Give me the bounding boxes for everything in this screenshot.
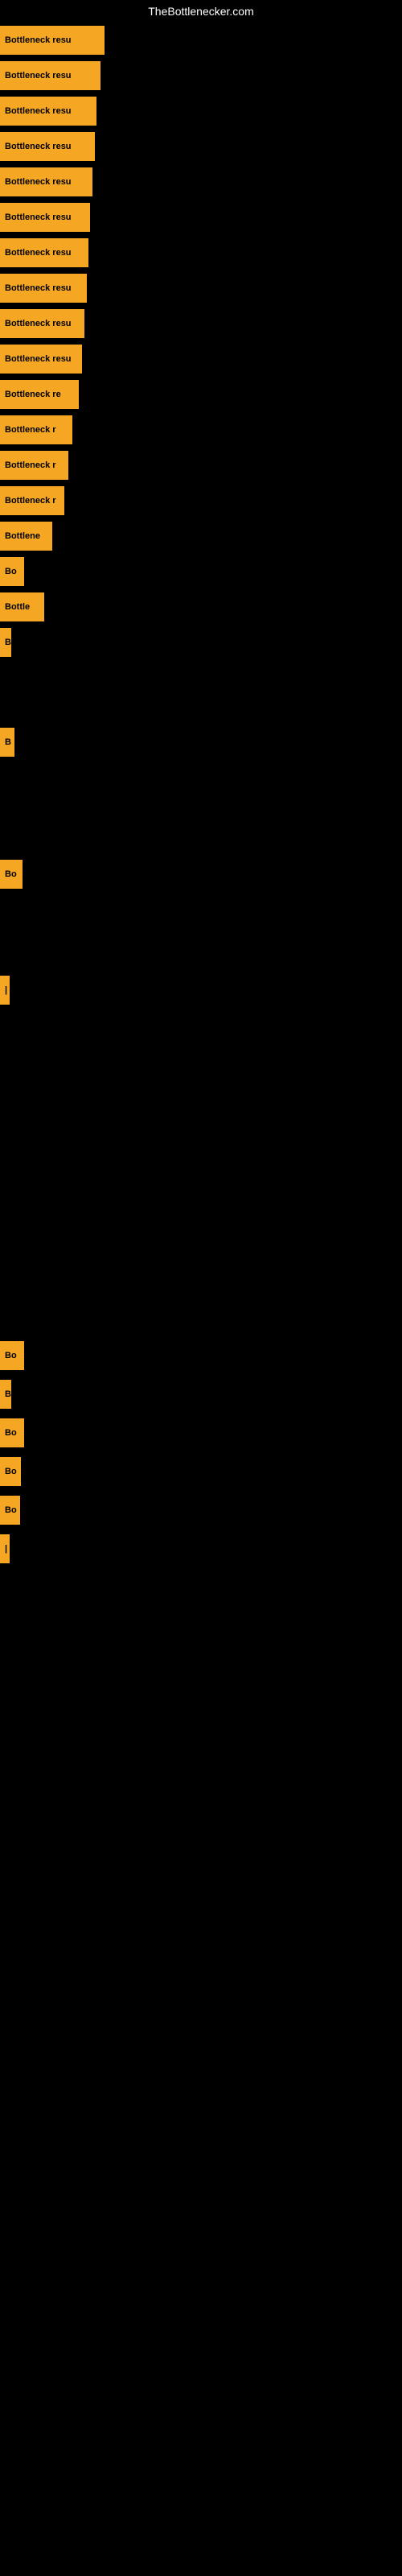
bar-label: Bottle bbox=[5, 602, 30, 612]
bottleneck-bar: Bottleneck re bbox=[0, 380, 79, 409]
list-item: Bottleneck resu bbox=[0, 58, 402, 93]
list-item: Bottleneck resu bbox=[0, 306, 402, 341]
bottleneck-bar: | bbox=[0, 976, 10, 1005]
bar-label: | bbox=[5, 1544, 7, 1554]
gap-spacer bbox=[0, 940, 402, 972]
bottleneck-bar: B bbox=[0, 1380, 11, 1409]
list-item: B bbox=[0, 724, 402, 760]
list-item: Bo bbox=[0, 1492, 402, 1528]
bar-label: Bottleneck re bbox=[5, 390, 61, 399]
bar-label: Bottleneck r bbox=[5, 460, 56, 470]
bar-label: Bottleneck r bbox=[5, 496, 56, 506]
list-item: Bottleneck resu bbox=[0, 23, 402, 58]
bar-label: B bbox=[5, 737, 11, 747]
bar-label: | bbox=[5, 985, 7, 995]
bar-label: Bottleneck resu bbox=[5, 283, 72, 293]
list-item: Bottleneck resu bbox=[0, 164, 402, 200]
list-item: Bottleneck resu bbox=[0, 93, 402, 129]
bar-label: B bbox=[5, 1389, 11, 1399]
bar-label: Bottleneck resu bbox=[5, 106, 72, 116]
list-item: | bbox=[0, 1531, 402, 1567]
bottleneck-bar: Bo bbox=[0, 1341, 24, 1370]
bar-label: Bo bbox=[5, 1428, 17, 1438]
bottleneck-bar: B bbox=[0, 628, 11, 657]
bottleneck-bar: Bottle bbox=[0, 592, 44, 621]
bottleneck-bar: Bo bbox=[0, 860, 23, 889]
bottleneck-bar: Bo bbox=[0, 1457, 21, 1486]
bottleneck-bar: Bo bbox=[0, 1496, 20, 1525]
list-item: B bbox=[0, 625, 402, 660]
list-item: Bottleneck resu bbox=[0, 270, 402, 306]
list-item: Bottleneck re bbox=[0, 377, 402, 412]
list-item: Bottleneck resu bbox=[0, 235, 402, 270]
list-item: Bo bbox=[0, 1415, 402, 1451]
gap-spacer bbox=[0, 660, 402, 724]
bar-label: Bottleneck resu bbox=[5, 213, 72, 222]
site-title: TheBottlenecker.com bbox=[0, 0, 402, 23]
list-item: Bo bbox=[0, 1454, 402, 1489]
bottleneck-bar: Bo bbox=[0, 1418, 24, 1447]
bar-label: Bottleneck resu bbox=[5, 319, 72, 328]
bottleneck-bar: Bottleneck resu bbox=[0, 274, 87, 303]
gap-spacer bbox=[0, 824, 402, 857]
bar-label: Bottleneck resu bbox=[5, 71, 72, 80]
bar-label: Bo bbox=[5, 1505, 17, 1515]
bottleneck-bar: Bottleneck r bbox=[0, 415, 72, 444]
bar-label: Bottlene bbox=[5, 531, 40, 541]
bar-label: B bbox=[5, 638, 11, 647]
list-item: Bo bbox=[0, 1338, 402, 1373]
bottleneck-bar: Bottleneck resu bbox=[0, 345, 82, 374]
bar-label: Bo bbox=[5, 567, 17, 576]
list-item: Bo bbox=[0, 857, 402, 892]
bottleneck-bar: | bbox=[0, 1534, 10, 1563]
list-item: B bbox=[0, 1377, 402, 1412]
bottleneck-bar: B bbox=[0, 728, 14, 757]
bar-label: Bottleneck resu bbox=[5, 177, 72, 187]
bottleneck-bar: Bottleneck r bbox=[0, 486, 64, 515]
list-item: Bottleneck resu bbox=[0, 129, 402, 164]
bottleneck-bar: Bo bbox=[0, 557, 24, 586]
bottleneck-bar: Bottleneck resu bbox=[0, 61, 100, 90]
list-item: Bo bbox=[0, 554, 402, 589]
bottleneck-bar: Bottleneck resu bbox=[0, 167, 92, 196]
bar-label: Bottleneck resu bbox=[5, 248, 72, 258]
bar-label: Bo bbox=[5, 869, 17, 879]
bar-label: Bottleneck resu bbox=[5, 142, 72, 151]
list-item: Bottleneck r bbox=[0, 412, 402, 448]
list-item: Bottleneck resu bbox=[0, 341, 402, 377]
bottleneck-bar: Bottleneck resu bbox=[0, 97, 96, 126]
bar-label: Bo bbox=[5, 1467, 17, 1476]
list-item: Bottlene bbox=[0, 518, 402, 554]
bottleneck-bar: Bottleneck resu bbox=[0, 238, 88, 267]
list-item: Bottle bbox=[0, 589, 402, 625]
list-item: Bottleneck r bbox=[0, 483, 402, 518]
bar-label: Bo bbox=[5, 1351, 17, 1360]
list-item: Bottleneck resu bbox=[0, 200, 402, 235]
bottleneck-bar: Bottleneck resu bbox=[0, 203, 90, 232]
bottleneck-bar: Bottlene bbox=[0, 522, 52, 551]
bar-label: Bottleneck resu bbox=[5, 35, 72, 45]
bottleneck-bar: Bottleneck resu bbox=[0, 26, 105, 55]
gap-spacer bbox=[0, 1016, 402, 1338]
bar-label: Bottleneck resu bbox=[5, 354, 72, 364]
bottleneck-bar: Bottleneck resu bbox=[0, 309, 84, 338]
bottleneck-bar: Bottleneck r bbox=[0, 451, 68, 480]
bar-label: Bottleneck r bbox=[5, 425, 56, 435]
bottleneck-bar: Bottleneck resu bbox=[0, 132, 95, 161]
list-item: Bottleneck r bbox=[0, 448, 402, 483]
list-item: | bbox=[0, 972, 402, 1008]
